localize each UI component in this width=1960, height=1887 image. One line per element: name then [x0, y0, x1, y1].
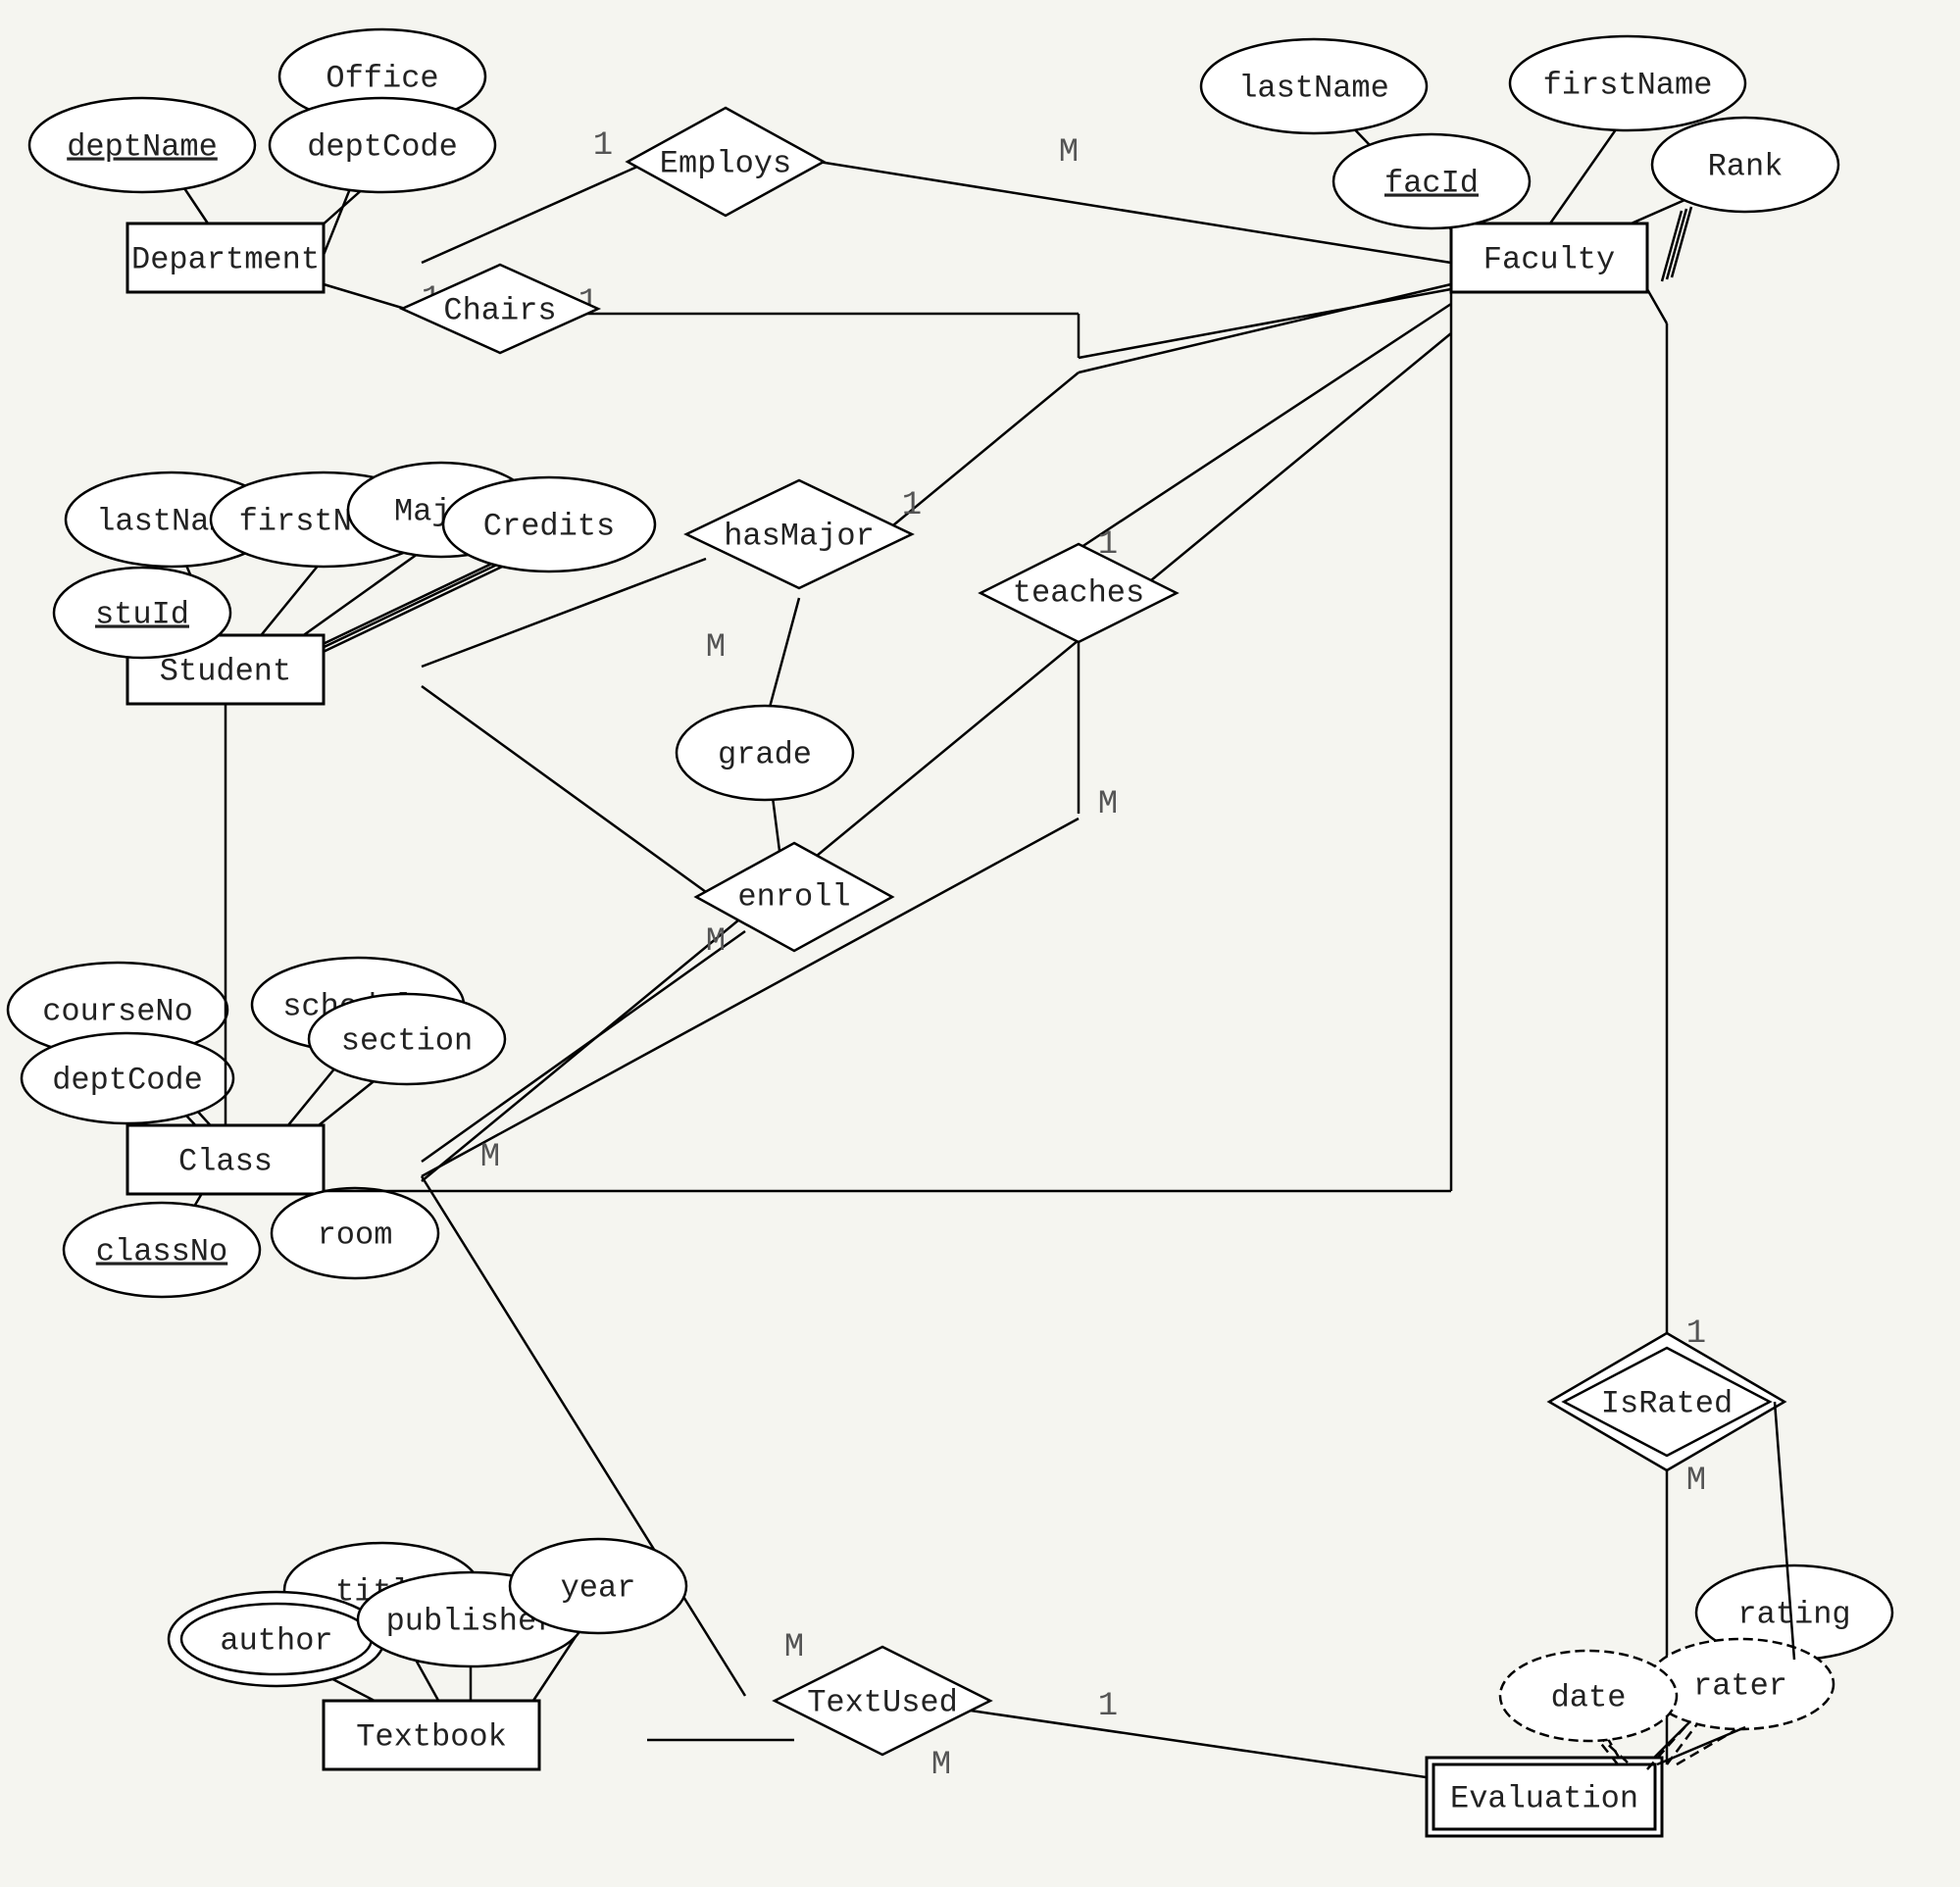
- evaluation-label: Evaluation: [1450, 1780, 1638, 1816]
- card-israted-m: M: [1686, 1463, 1706, 1500]
- card-employs-fac: M: [1059, 134, 1079, 172]
- credits-label: Credits: [483, 508, 615, 544]
- card-enroll-m1: M: [706, 923, 726, 961]
- department-label: Department: [131, 241, 320, 277]
- deptcode-class-label: deptCode: [52, 1062, 203, 1098]
- stuid-label: stuId: [95, 596, 189, 632]
- faculty-firstname-label: firstName: [1543, 67, 1713, 103]
- israted-label: IsRated: [1601, 1385, 1733, 1421]
- office-label: Office: [326, 60, 438, 96]
- author-label: author: [220, 1622, 332, 1659]
- deptname-label: deptName: [67, 128, 218, 165]
- faculty-label: Faculty: [1483, 241, 1615, 277]
- deptcode-dept-label: deptCode: [307, 128, 458, 165]
- teaches-label: teaches: [1013, 574, 1144, 611]
- student-label: Student: [160, 653, 291, 689]
- card-enroll-m2: M: [480, 1139, 500, 1176]
- card-textused-m2: M: [931, 1747, 951, 1784]
- card-teaches-m: M: [1098, 786, 1118, 823]
- employs-label: Employs: [660, 145, 791, 181]
- card-employs-dept: 1: [593, 127, 613, 165]
- er-diagram: 1 M 1 1 1 M 1 M M M M M 1 1 M Employs Ch…: [0, 0, 1960, 1887]
- textused-label: TextUsed: [807, 1684, 958, 1720]
- grade-label: grade: [718, 736, 812, 772]
- faculty-lastname-label: lastName: [1238, 70, 1389, 106]
- date-label: date: [1551, 1679, 1627, 1715]
- chairs-label: Chairs: [443, 292, 556, 328]
- room-label: room: [318, 1217, 393, 1253]
- year-label: year: [561, 1569, 636, 1606]
- card-hasmajor-1: 1: [902, 487, 922, 524]
- facid-label: facId: [1384, 165, 1479, 201]
- rating-label: rating: [1737, 1596, 1850, 1632]
- card-textused-m1: M: [784, 1629, 804, 1666]
- courseno-label: courseNo: [42, 993, 193, 1029]
- rater-label: rater: [1693, 1667, 1787, 1704]
- enroll-label: enroll: [737, 878, 850, 915]
- card-hasmajor-m: M: [706, 629, 726, 667]
- section-label: section: [341, 1022, 473, 1059]
- class-label: Class: [178, 1143, 273, 1179]
- card-textused-1: 1: [1098, 1688, 1118, 1725]
- textbook-label: Textbook: [356, 1718, 507, 1755]
- classno-label: classNo: [96, 1233, 227, 1269]
- rank-label: Rank: [1708, 148, 1784, 184]
- hasmajor-label: hasMajor: [724, 518, 875, 554]
